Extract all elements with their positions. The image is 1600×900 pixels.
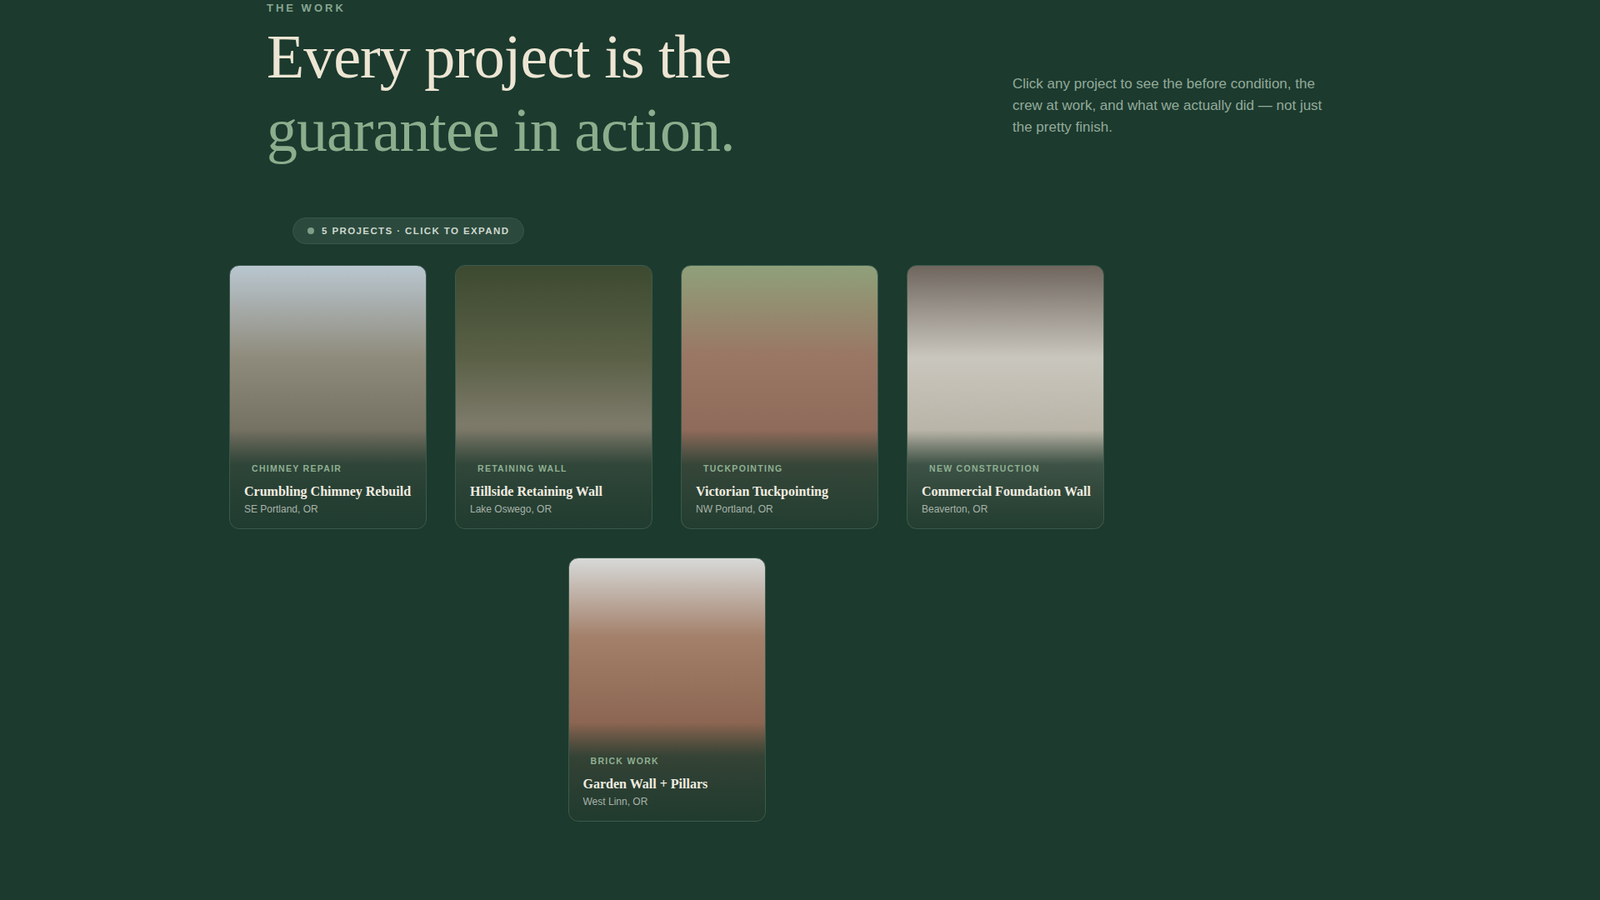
badge-dot bbox=[307, 227, 315, 235]
eyebrow: THE WORK bbox=[266, 1, 1334, 15]
project-location: NW Portland, OR bbox=[695, 503, 868, 515]
project-location: West Linn, OR bbox=[583, 795, 755, 808]
project-card[interactable]: NEW CONSTRUCTION Commercial Foundation Wa… bbox=[906, 265, 1105, 530]
card-caption: BRICK WORK Garden Wall + Pillars West Linn… bbox=[569, 722, 765, 821]
heading: Every project is theguarantee in action. bbox=[266, 20, 735, 167]
project-card[interactable]: TUCKPOINTING Victorian Tuckpointing NW Por… bbox=[680, 265, 879, 530]
project-category: BRICK WORK bbox=[583, 755, 755, 766]
card-caption: RETAINING WALL Hillside Retaining Wall Lak… bbox=[455, 430, 652, 529]
card-caption: TUCKPOINTING Victorian Tuckpointing NW Por… bbox=[681, 430, 878, 529]
project-title: Victorian Tuckpointing bbox=[695, 483, 868, 500]
project-category: CHIMNEY REPAIR bbox=[244, 463, 416, 474]
project-card[interactable]: CHIMNEY REPAIR Crumbling Chimney Rebuild S… bbox=[229, 265, 427, 530]
project-location: SE Portland, OR bbox=[244, 503, 416, 515]
project-category: TUCKPOINTING bbox=[695, 463, 868, 474]
work-section: THE WORK Every project is theguarantee in… bbox=[0, 0, 1600, 900]
project-category: RETAINING WALL bbox=[470, 463, 642, 474]
project-card[interactable]: RETAINING WALL Hillside Retaining Wall Lak… bbox=[455, 265, 653, 530]
project-title: Crumbling Chimney Rebuild bbox=[244, 483, 416, 500]
projects-badge: 5 PROJECTS · CLICK TO EXPAND bbox=[292, 217, 525, 245]
heading-line: Every project is the bbox=[266, 20, 735, 94]
project-category: NEW CONSTRUCTION bbox=[921, 463, 1094, 474]
card-caption: CHIMNEY REPAIR Crumbling Chimney Rebuild S… bbox=[230, 430, 426, 529]
header-row: Every project is theguarantee in action.… bbox=[266, 20, 1334, 167]
heading-accent-line: guarantee in action. bbox=[266, 93, 735, 167]
project-title: Commercial Foundation Wall bbox=[921, 483, 1094, 500]
description: Click any project to see the before cond… bbox=[1012, 73, 1334, 139]
project-grid: CHIMNEY REPAIR Crumbling Chimney Rebuild S… bbox=[227, 265, 1106, 822]
card-caption: NEW CONSTRUCTION Commercial Foundation Wa… bbox=[907, 430, 1104, 529]
project-card[interactable]: BRICK WORK Garden Wall + Pillars West Linn… bbox=[568, 557, 766, 822]
project-location: Lake Oswego, OR bbox=[470, 503, 642, 515]
project-title: Garden Wall + Pillars bbox=[583, 775, 755, 793]
project-title: Hillside Retaining Wall bbox=[470, 483, 642, 500]
project-location: Beaverton, OR bbox=[921, 503, 1094, 515]
